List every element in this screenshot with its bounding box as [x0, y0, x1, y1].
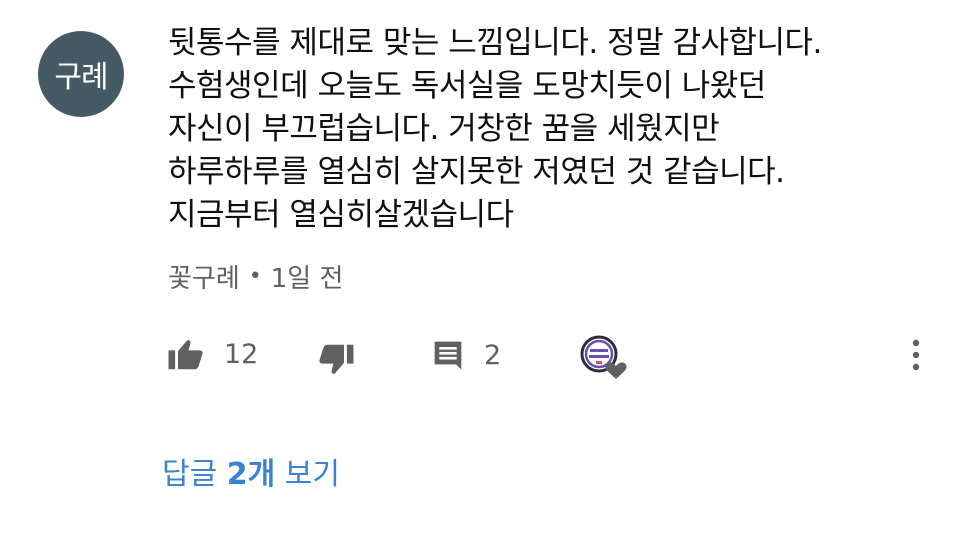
comment-actions: 12 2 [0, 330, 960, 380]
more-vert-icon [904, 338, 928, 372]
avatar[interactable]: 구례 [38, 31, 124, 117]
avatar-text: 구례 [54, 60, 108, 95]
comment-line: 하루하루를 열심히 살지못한 저였던 것 같습니다. [168, 154, 785, 190]
thumb-down-icon [318, 344, 354, 376]
thumb-up-icon [168, 338, 204, 370]
comment-line: 뒷통수를 제대로 맞는 느낌입니다. 정말 감사합니다. [168, 25, 822, 61]
comment-line: 지금부터 열심히살겠습니다 [168, 197, 514, 233]
view-replies-count: 2개 [226, 457, 276, 492]
timestamp: 1일 전 [270, 264, 344, 294]
more-button[interactable] [904, 338, 928, 372]
meta-separator: • [248, 264, 262, 289]
comment-meta: 꽃구례 • 1일 전 [168, 258, 343, 295]
view-replies-prefix: 답글 [162, 457, 227, 492]
comment-line: 수험생인데 오늘도 독서실을 도망치듯이 나왔던 [168, 68, 766, 104]
creator-heart [580, 335, 628, 381]
creator-heart-icon [580, 335, 628, 381]
reply-button[interactable]: 2 [432, 339, 501, 371]
comment-icon [432, 339, 464, 371]
reply-count: 2 [484, 339, 502, 371]
dislike-button[interactable] [318, 344, 354, 376]
like-button[interactable]: 12 [168, 338, 258, 370]
comment-text: 뒷통수를 제대로 맞는 느낌입니다. 정말 감사합니다. 수험생인데 오늘도 독… [168, 22, 938, 237]
like-count: 12 [224, 338, 259, 370]
author-name[interactable]: 꽃구례 [168, 258, 240, 295]
comment-line: 자신이 부끄럽습니다. 거창한 꿈을 세웠지만 [168, 111, 720, 147]
view-replies-button[interactable]: 답글 2개 보기 [162, 449, 340, 493]
view-replies-suffix: 보기 [275, 457, 340, 492]
